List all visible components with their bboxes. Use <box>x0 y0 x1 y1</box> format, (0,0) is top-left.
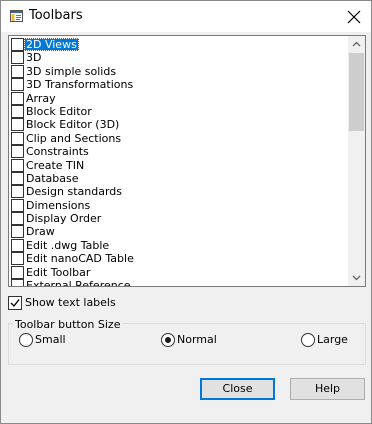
help-button[interactable]: Help <box>290 378 365 400</box>
toolbar-item-label: Draw <box>26 225 55 239</box>
button-size-group-title: Toolbar button Size <box>13 318 123 331</box>
checkbox-checked-icon[interactable] <box>8 296 22 310</box>
toolbar-checkbox-icon[interactable] <box>11 212 24 226</box>
toolbar-item-label: Create TIN <box>26 158 85 172</box>
radio-unchecked-icon[interactable] <box>301 333 315 347</box>
toolbars-list-items: 2D Views 3D 3D simple solids 3D Transformat… <box>9 38 347 287</box>
toolbar-item-label: Edit Toolbar <box>26 265 91 279</box>
show-text-labels-label: Show text labels <box>25 296 116 309</box>
toolbar-list-item[interactable]: 3D <box>9 51 347 65</box>
toolbar-list-item[interactable]: Dimensions <box>9 198 347 212</box>
toolbar-item-label: Design standards <box>26 185 122 199</box>
toolbar-list-item[interactable]: Edit .dwg Table <box>9 238 347 252</box>
toolbar-list-item[interactable]: Draw <box>9 225 347 239</box>
toolbar-item-label: 3D simple solids <box>26 64 117 78</box>
toolbar-list-item[interactable]: 2D Views <box>9 38 347 51</box>
show-text-labels-checkbox[interactable]: Show text labels <box>8 296 128 310</box>
toolbar-checkbox-icon[interactable] <box>11 265 24 279</box>
toolbar-item-label: Database <box>26 171 79 185</box>
scroll-up-icon[interactable] <box>348 36 365 53</box>
toolbar-item-label: Clip and Sections <box>26 131 122 145</box>
toolbar-list-item[interactable]: External Reference <box>9 279 347 287</box>
toolbar-checkbox-icon[interactable] <box>11 104 24 118</box>
toolbar-item-label: Array <box>26 91 56 105</box>
radio-checked-icon[interactable] <box>161 333 175 347</box>
toolbar-checkbox-icon[interactable] <box>11 238 24 252</box>
toolbar-checkbox-icon[interactable] <box>11 131 24 145</box>
scroll-down-icon[interactable] <box>348 269 365 286</box>
toolbar-item-label: External Reference <box>26 279 131 287</box>
toolbar-list-item[interactable]: Block Editor (3D) <box>9 118 347 132</box>
toolbar-checkbox-icon[interactable] <box>11 64 24 78</box>
toolbar-list-item[interactable]: Array <box>9 91 347 105</box>
toolbar-item-label: Block Editor (3D) <box>26 118 120 132</box>
toolbar-list-item[interactable]: Edit nanoCAD Table <box>9 252 347 266</box>
dialog-title: Toolbars <box>29 8 83 23</box>
toolbar-list-item[interactable]: Clip and Sections <box>9 131 347 145</box>
toolbar-item-label: Display Order <box>26 212 102 226</box>
close-icon[interactable] <box>344 7 364 27</box>
radio-small-label: Small <box>35 333 66 346</box>
toolbar-list-item[interactable]: Edit Toolbar <box>9 265 347 279</box>
toolbar-item-label: 3D Transformations <box>26 78 134 92</box>
toolbar-list-item[interactable]: Constraints <box>9 145 347 159</box>
toolbar-checkbox-icon[interactable] <box>11 185 24 199</box>
toolbar-checkbox-icon[interactable] <box>11 171 24 185</box>
title-bar: Toolbars <box>1 1 371 32</box>
toolbar-list-item[interactable]: Database <box>9 171 347 185</box>
toolbar-checkbox-icon[interactable] <box>11 198 24 212</box>
vertical-scrollbar[interactable] <box>348 36 365 286</box>
toolbar-checkbox-icon[interactable] <box>11 38 24 51</box>
toolbar-list-item[interactable]: Display Order <box>9 212 347 226</box>
radio-large-label: Large <box>317 333 348 346</box>
toolbar-item-label: Edit .dwg Table <box>26 238 110 252</box>
toolbar-checkbox-icon[interactable] <box>11 158 24 172</box>
toolbar-item-label: Block Editor <box>26 104 92 118</box>
toolbar-checkbox-icon[interactable] <box>11 225 24 239</box>
toolbar-checkbox-icon[interactable] <box>11 252 24 266</box>
toolbar-list-item[interactable]: 3D simple solids <box>9 64 347 78</box>
toolbar-item-label: Constraints <box>26 145 89 159</box>
toolbars-dialog: Toolbars 2D Views 3D 3D simple solids 3D Tr… <box>0 0 372 424</box>
toolbar-item-label: 2D Views <box>24 38 79 51</box>
scrollbar-thumb[interactable] <box>349 53 364 131</box>
radio-normal-label: Normal <box>177 333 217 346</box>
toolbar-checkbox-icon[interactable] <box>11 51 24 65</box>
toolbar-list-item[interactable]: Create TIN <box>9 158 347 172</box>
toolbar-list-item[interactable]: Design standards <box>9 185 347 199</box>
radio-unchecked-icon[interactable] <box>19 333 33 347</box>
close-button[interactable]: Close <box>200 378 275 400</box>
toolbar-item-label: Dimensions <box>26 198 91 212</box>
toolbars-list[interactable]: 2D Views 3D 3D simple solids 3D Transformat… <box>8 35 366 287</box>
toolbar-checkbox-icon[interactable] <box>11 118 24 132</box>
toolbar-checkbox-icon[interactable] <box>11 91 24 105</box>
toolbar-item-label: 3D <box>26 51 42 65</box>
toolbar-checkbox-icon[interactable] <box>11 145 24 159</box>
toolbar-item-label: Edit nanoCAD Table <box>26 252 134 266</box>
toolbar-checkbox-icon[interactable] <box>11 279 24 286</box>
toolbar-checkbox-icon[interactable] <box>11 78 24 92</box>
toolbar-list-item[interactable]: 3D Transformations <box>9 78 347 92</box>
toolbar-list-item[interactable]: Block Editor <box>9 104 347 118</box>
toolbars-app-icon <box>10 10 23 22</box>
